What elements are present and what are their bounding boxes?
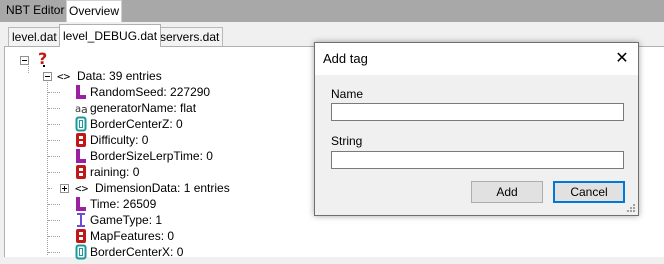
name-input[interactable]: [331, 103, 624, 121]
collapse-toggle[interactable]: [43, 72, 52, 81]
tree-row-label: RandomSeed: 227290: [90, 85, 211, 99]
svg-text:<>: <>: [57, 70, 71, 83]
tree-line: [48, 236, 60, 237]
long-tag-icon: [75, 148, 89, 164]
string-label: String: [331, 134, 363, 148]
tree-row-label: BorderCenterZ: 0: [90, 117, 183, 131]
tab-overview[interactable]: Overview: [66, 0, 123, 22]
file-tab-servers[interactable]: servers.dat: [156, 27, 224, 47]
tree-row-label: Difficulty: 0: [90, 133, 149, 147]
compound-tag-icon: <>: [57, 68, 71, 84]
close-icon[interactable]: ✕: [610, 47, 634, 71]
string-tag-icon: aa: [75, 100, 89, 116]
tree-line: [48, 156, 60, 157]
tree-line: [48, 92, 60, 93]
file-tab-level-debug[interactable]: level_DEBUG.dat: [59, 24, 162, 47]
question-mark-icon: ?: [37, 49, 51, 68]
byte-tag-icon: [75, 132, 89, 148]
svg-text:?: ?: [38, 50, 47, 68]
double-tag-icon: [75, 116, 89, 132]
tree-line: [48, 140, 60, 141]
tree-line: [48, 108, 60, 109]
double-tag-icon: [75, 244, 89, 260]
tree-line: [48, 124, 60, 125]
string-input[interactable]: [331, 151, 624, 169]
tab-nbt-editor[interactable]: NBT Editor: [3, 0, 67, 21]
dialog-title: Add tag: [323, 51, 368, 66]
tree-line: [48, 172, 60, 173]
add-tag-dialog: Add tag ✕ Name String Add Cancel: [314, 42, 639, 216]
resize-grip-icon[interactable]: [627, 204, 636, 213]
tree-row-label: BorderCenterX: 0: [90, 245, 184, 259]
svg-text:a: a: [81, 103, 88, 116]
cancel-button[interactable]: Cancel: [553, 181, 625, 203]
expand-toggle[interactable]: [60, 184, 69, 193]
tree-line: [48, 220, 60, 221]
tree-row-label: Data: 39 entries: [77, 69, 162, 83]
dialog-title-bar: Add tag ✕: [315, 43, 638, 75]
long-tag-icon: [75, 196, 89, 212]
tree-row-label: MapFeatures: 0: [90, 229, 175, 243]
tree-row-label: raining: 0: [90, 165, 140, 179]
tree-line: [48, 252, 60, 253]
name-label: Name: [331, 87, 364, 101]
tree-row-label: BorderSizeLerpTime: 0: [90, 149, 213, 163]
int-tag-icon: [75, 212, 89, 228]
tree-row-label: GameType: 1: [90, 213, 163, 227]
tree-row-label: DimensionData: 1 entries: [95, 181, 230, 195]
svg-text:<>: <>: [75, 182, 89, 195]
compound-tag-icon: <>: [75, 180, 89, 196]
main-tab-bar: NBT Editor Overview: [0, 0, 664, 22]
file-tab-level[interactable]: level.dat: [8, 27, 61, 47]
collapse-toggle[interactable]: [20, 56, 29, 65]
tree-line: [48, 204, 60, 205]
long-tag-icon: [75, 84, 89, 100]
tree-line: [47, 75, 48, 255]
byte-tag-icon: [75, 228, 89, 244]
tree-row-label: generatorName: flat: [90, 101, 197, 115]
byte-tag-icon: [75, 164, 89, 180]
tree-row-label: Time: 26509: [90, 197, 157, 211]
add-button[interactable]: Add: [471, 181, 543, 203]
tree-line: [48, 188, 52, 189]
